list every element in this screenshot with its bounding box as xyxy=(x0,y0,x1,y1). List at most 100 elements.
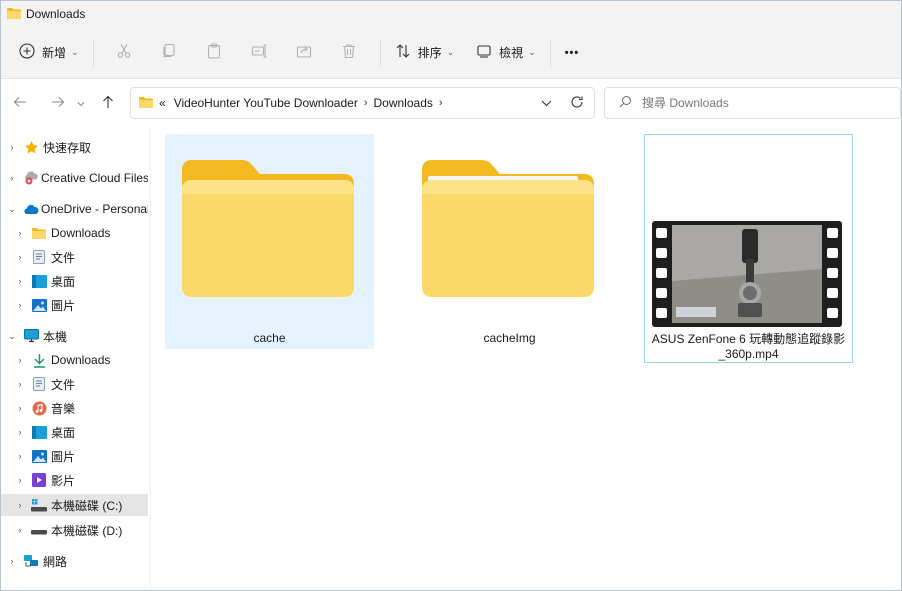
onedrive-cloud-icon xyxy=(23,201,39,217)
file-item-folder[interactable]: cache xyxy=(165,134,374,349)
new-button[interactable]: 新增 ⌄ xyxy=(13,37,85,69)
address-history-chevron-icon[interactable] xyxy=(541,96,552,110)
back-button[interactable] xyxy=(5,88,35,118)
share-button[interactable] xyxy=(282,37,327,69)
clipboard-icon xyxy=(206,43,222,62)
nav-item-network[interactable]: › 網路 xyxy=(1,550,148,572)
chevron-right-icon[interactable]: › xyxy=(7,142,17,152)
nav-item-pc-desktop[interactable]: › 桌面 xyxy=(1,421,148,443)
nav-item-label: 網路 xyxy=(43,554,68,569)
sort-button[interactable]: 排序 ⌄ xyxy=(389,37,461,69)
nav-item-label: 本機 xyxy=(43,329,68,344)
chevron-right-icon[interactable]: › xyxy=(15,276,25,286)
documents-icon xyxy=(31,376,47,392)
chevron-right-icon[interactable]: › xyxy=(15,252,25,262)
copy-button[interactable] xyxy=(147,37,192,69)
chevron-right-icon[interactable]: › xyxy=(15,451,25,461)
address-bar[interactable]: « VideoHunter YouTube Downloader › Downl… xyxy=(130,87,595,119)
large-folder-icon xyxy=(422,160,594,300)
nav-item-onedrive[interactable]: ⌄ OneDrive - Personal xyxy=(1,198,148,220)
command-bar: 新增 ⌄ 排序 ⌄ 檢視 ⌄ ••• xyxy=(1,27,901,79)
chevron-right-icon[interactable]: › xyxy=(15,403,25,413)
nav-item-onedrive-downloads[interactable]: › Downloads xyxy=(1,222,148,244)
scissors-icon xyxy=(116,43,132,62)
nav-item-label: 桌面 xyxy=(51,425,76,440)
copy-icon xyxy=(161,43,177,62)
breadcrumb-item[interactable]: VideoHunter YouTube Downloader xyxy=(174,96,358,110)
nav-item-onedrive-documents[interactable]: › 文件 xyxy=(1,246,148,268)
drive-d-icon xyxy=(31,522,47,538)
video-thumbnail xyxy=(652,221,842,330)
nav-item-label: OneDrive - Personal xyxy=(41,202,148,216)
recent-locations-button[interactable] xyxy=(73,88,89,118)
rename-button[interactable] xyxy=(237,37,282,69)
search-box[interactable] xyxy=(604,87,901,119)
chevron-down-icon: ⌄ xyxy=(446,47,455,57)
star-icon xyxy=(23,139,39,155)
explorer-window: Downloads 新增 ⌄ 排序 ⌄ 檢視 ⌄ ••• « VideoHunt… xyxy=(0,0,902,591)
file-name-line: ASUS ZenFone 6 玩轉動態追蹤錄影 xyxy=(651,332,846,346)
chevron-right-icon[interactable]: › xyxy=(15,228,25,238)
address-row: « VideoHunter YouTube Downloader › Downl… xyxy=(1,79,901,127)
creative-cloud-icon xyxy=(23,170,39,186)
nav-item-pc-pictures[interactable]: › 圖片 xyxy=(1,445,148,467)
arrow-left-icon xyxy=(13,95,27,112)
nav-item-label: 圖片 xyxy=(51,298,76,313)
nav-item-this-pc[interactable]: ⌄ 本機 xyxy=(1,325,148,347)
nav-item-creative-cloud[interactable]: › Creative Cloud Files xyxy=(1,167,149,189)
chevron-right-icon[interactable]: › xyxy=(15,379,25,389)
chevron-down-icon xyxy=(77,96,85,110)
new-button-label: 新增 xyxy=(42,46,67,60)
view-button[interactable]: 檢視 ⌄ xyxy=(470,37,542,69)
chevron-right-icon[interactable]: › xyxy=(15,500,25,510)
forward-button[interactable] xyxy=(43,88,73,118)
window-title: Downloads xyxy=(26,7,86,21)
chevron-down-icon[interactable]: ⌄ xyxy=(7,204,17,215)
search-input[interactable] xyxy=(642,96,872,110)
nav-item-pc-music[interactable]: › 音樂 xyxy=(1,397,148,419)
chevron-right-icon[interactable]: › xyxy=(439,97,443,109)
nav-item-label: 本機磁碟 (D:) xyxy=(51,523,123,538)
refresh-icon[interactable] xyxy=(570,95,584,112)
nav-item-pc-downloads[interactable]: › Downloads xyxy=(1,349,148,371)
nav-item-label: 文件 xyxy=(51,250,76,265)
nav-item-drive-d[interactable]: › 本機磁碟 (D:) xyxy=(1,519,148,541)
chevron-right-icon[interactable]: › xyxy=(15,427,25,437)
chevron-down-icon: ⌄ xyxy=(71,47,79,57)
breadcrumb-overflow[interactable]: « xyxy=(159,96,166,110)
chevron-right-icon[interactable]: › xyxy=(7,173,17,183)
nav-item-onedrive-pictures[interactable]: › 圖片 xyxy=(1,294,148,316)
nav-item-onedrive-desktop[interactable]: › 桌面 xyxy=(1,270,148,292)
chevron-right-icon[interactable]: › xyxy=(7,556,17,566)
nav-item-quick-access[interactable]: › 快速存取 xyxy=(1,136,148,158)
share-icon xyxy=(296,43,312,62)
chevron-down-icon[interactable]: ⌄ xyxy=(7,331,17,342)
delete-button[interactable] xyxy=(327,37,372,69)
breadcrumb-item[interactable]: Downloads xyxy=(374,96,433,110)
chevron-down-icon: ⌄ xyxy=(528,47,536,57)
file-item-video[interactable]: ASUS ZenFone 6 玩轉動態追蹤錄影 _360p.mp4 xyxy=(644,134,853,363)
address-controls xyxy=(541,88,588,118)
chevron-right-icon[interactable]: › xyxy=(15,300,25,310)
nav-item-pc-documents[interactable]: › 文件 xyxy=(1,373,148,395)
desktop-icon xyxy=(31,424,47,440)
chevron-right-icon[interactable]: › xyxy=(15,355,25,365)
paste-button[interactable] xyxy=(192,37,237,69)
nav-item-drive-c[interactable]: › 本機磁碟 (C:) xyxy=(1,494,148,516)
cut-button[interactable] xyxy=(102,37,147,69)
chevron-right-icon[interactable]: › xyxy=(15,475,25,485)
nav-item-pc-videos[interactable]: › 影片 xyxy=(1,469,148,491)
up-button[interactable] xyxy=(93,88,123,118)
chevron-right-icon[interactable]: › xyxy=(15,525,25,535)
sort-button-label: 排序 xyxy=(417,46,442,60)
arrow-right-icon xyxy=(51,95,65,112)
more-dots-icon: ••• xyxy=(564,46,580,59)
chevron-right-icon[interactable]: › xyxy=(364,97,368,109)
nav-item-label: 快速存取 xyxy=(43,140,92,155)
toolbar-separator xyxy=(92,38,94,67)
documents-icon xyxy=(31,249,47,265)
more-options-button[interactable]: ••• xyxy=(559,37,586,69)
file-item-folder[interactable]: cacheImg xyxy=(405,134,614,349)
file-name-line: _360p.mp4 xyxy=(718,347,779,361)
toolbar-separator xyxy=(379,38,381,67)
